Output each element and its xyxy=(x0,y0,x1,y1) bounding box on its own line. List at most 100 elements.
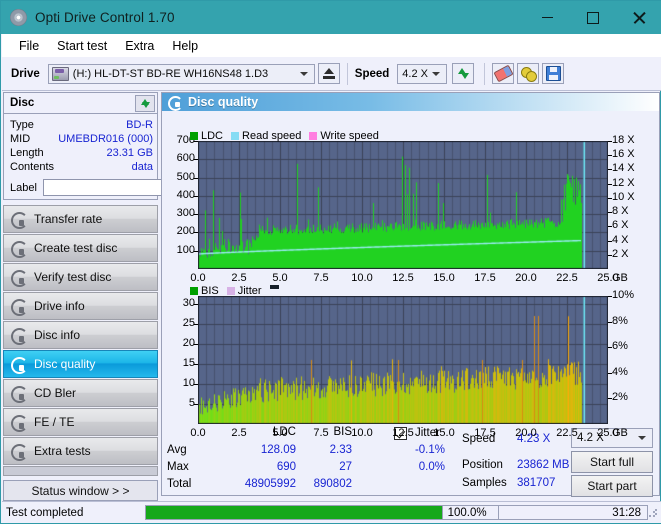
legend-swatch-jitter xyxy=(226,287,235,295)
disc-panel-title: Disc xyxy=(10,97,35,109)
sidebar-item-verify-test-disc[interactable]: Verify test disc xyxy=(3,263,158,291)
minimize-icon xyxy=(541,16,553,19)
maximize-icon xyxy=(587,11,599,24)
toolbar: Drive (H:) HL-DT-ST BD-RE WH16NS48 1.D3 … xyxy=(2,57,661,91)
disc-icon xyxy=(10,385,28,403)
chevron-down-icon xyxy=(299,71,308,76)
disc-row-type: Type BD-R xyxy=(10,118,153,132)
stats-bis-max: 27 xyxy=(339,461,352,473)
toolbar-divider-1 xyxy=(346,62,348,85)
page-title: Disc quality xyxy=(188,95,259,109)
speed-select-value: 4.2 X xyxy=(402,67,428,80)
disc-label-key: Label xyxy=(10,181,37,194)
legend-label-jitter: Jitter xyxy=(237,285,262,297)
disc-info-list: Type BD-R MID UMEBDR016 (000) Length 23.… xyxy=(4,114,245,199)
stats-bis-total: 890802 xyxy=(313,478,352,490)
legend-swatch-extra xyxy=(269,285,279,289)
sidebar-item-label: Disc info xyxy=(34,328,81,342)
refresh-icon xyxy=(140,98,151,109)
stats-jitter-max: 0.0% xyxy=(418,461,445,473)
legend-item-ldc: LDC xyxy=(190,130,223,142)
refresh-icon xyxy=(457,67,470,80)
minimize-button[interactable] xyxy=(524,1,570,34)
window-title: Opti Drive Control 1.70 xyxy=(35,10,175,25)
disc-row-contents-key: Contents xyxy=(10,161,55,173)
ldc-chart-canvas xyxy=(198,141,608,269)
erase-button[interactable] xyxy=(492,63,515,84)
close-button[interactable] xyxy=(616,1,661,34)
refresh-button[interactable] xyxy=(452,63,475,84)
left-sidebar: Disc Type BD-R MID UMEBDR016 (000) Lengt… xyxy=(3,92,245,501)
sidebar-item-disc-info[interactable]: Disc info xyxy=(3,321,158,349)
sidebar-item-label: Drive info xyxy=(34,299,85,313)
disc-panel: Disc Type BD-R MID UMEBDR016 (000) Lengt… xyxy=(3,92,245,200)
disc-row-mid: MID UMEBDR016 (000) xyxy=(10,132,153,146)
legend-label-read-speed: Read speed xyxy=(242,130,302,142)
disc-refresh-button[interactable] xyxy=(135,94,155,112)
maximize-button[interactable] xyxy=(570,1,616,34)
sidebar-item-label: Transfer rate xyxy=(34,212,103,226)
resize-grip[interactable] xyxy=(648,507,658,518)
stats-ldc-max: 690 xyxy=(276,461,296,473)
disc-row-type-key: Type xyxy=(10,119,34,131)
speed-label: Speed xyxy=(354,67,390,80)
disc-icon xyxy=(10,298,28,316)
eject-icon xyxy=(322,68,335,79)
menu-bar: File Start test Extra Help xyxy=(2,34,661,57)
chevron-down-icon xyxy=(432,71,441,76)
disc-panel-header: Disc xyxy=(4,93,157,114)
stats-samples-label: Samples xyxy=(462,477,507,489)
toolbar-divider-2 xyxy=(484,62,486,85)
menu-extra[interactable]: Extra xyxy=(116,37,163,55)
legend-item-jitter: Jitter xyxy=(226,285,262,297)
bis-legend: BIS Jitter xyxy=(190,285,290,297)
gears-icon xyxy=(520,66,537,82)
disc-icon xyxy=(10,414,28,432)
status-message: Test completed xyxy=(6,506,84,519)
sidebar-item-label: Verify test disc xyxy=(34,270,112,284)
sidebar-item-label: FE / TE xyxy=(34,415,75,429)
sidebar-item-label: Create test disc xyxy=(34,241,118,255)
drive-select[interactable]: (H:) HL-DT-ST BD-RE WH16NS48 1.D3 xyxy=(47,63,315,84)
sidebar-item-cd-bler[interactable]: CD Bler xyxy=(3,379,158,407)
start-part-button[interactable]: Start part xyxy=(571,475,653,497)
legend-label-write-speed: Write speed xyxy=(320,130,379,142)
legend-swatch-ldc xyxy=(190,132,198,140)
drive-select-value: (H:) HL-DT-ST BD-RE WH16NS48 1.D3 xyxy=(72,67,269,80)
drive-label: Drive xyxy=(11,67,40,80)
drive-icon xyxy=(51,66,69,81)
sidebar-item-fe-te[interactable]: FE / TE xyxy=(3,408,158,436)
legend-swatch-read-speed xyxy=(231,132,240,140)
tools-button[interactable] xyxy=(517,63,540,84)
stats-row-avg-label: Avg xyxy=(167,444,187,456)
disc-row-length: Length 23.31 GB xyxy=(10,146,153,160)
stats-row-max-label: Max xyxy=(167,461,189,473)
disc-row-contents-value: data xyxy=(131,161,153,173)
sidebar-item-label: CD Bler xyxy=(34,386,77,400)
status-window-button[interactable]: Status window > > xyxy=(3,480,158,501)
legend-item-bis: BIS xyxy=(190,285,219,297)
disc-row-length-value: 23.31 GB xyxy=(106,147,153,159)
sidebar-item-drive-info[interactable]: Drive info xyxy=(3,292,158,320)
menu-start-test[interactable]: Start test xyxy=(48,37,116,55)
sidebar-item-label: Extra tests xyxy=(34,444,91,458)
disc-icon xyxy=(10,269,28,287)
stats-ldc-avg: 128.09 xyxy=(260,444,296,456)
stats-row-total-label: Total xyxy=(167,478,192,490)
sidebar-item-extra-tests[interactable]: Extra tests xyxy=(3,437,158,465)
start-full-button[interactable]: Start full xyxy=(571,451,653,473)
menu-file[interactable]: File xyxy=(10,37,48,55)
sidebar-item-transfer-rate[interactable]: Transfer rate xyxy=(3,205,158,233)
save-button[interactable] xyxy=(542,63,565,84)
window-controls xyxy=(524,1,661,34)
sidebar-item-create-test-disc[interactable]: Create test disc xyxy=(3,234,158,262)
speed-select[interactable]: 4.2 X xyxy=(397,63,448,84)
legend-item-write-speed: Write speed xyxy=(309,130,379,142)
eject-button[interactable] xyxy=(317,63,340,84)
elapsed-time: 31:28 xyxy=(499,505,649,520)
menu-help[interactable]: Help xyxy=(163,37,207,55)
legend-label-bis: BIS xyxy=(201,285,219,297)
nav-list: Transfer rate Create test disc Verify te… xyxy=(3,205,158,501)
sidebar-item-disc-quality[interactable]: Disc quality xyxy=(3,350,158,378)
legend-label-ldc: LDC xyxy=(201,130,224,142)
